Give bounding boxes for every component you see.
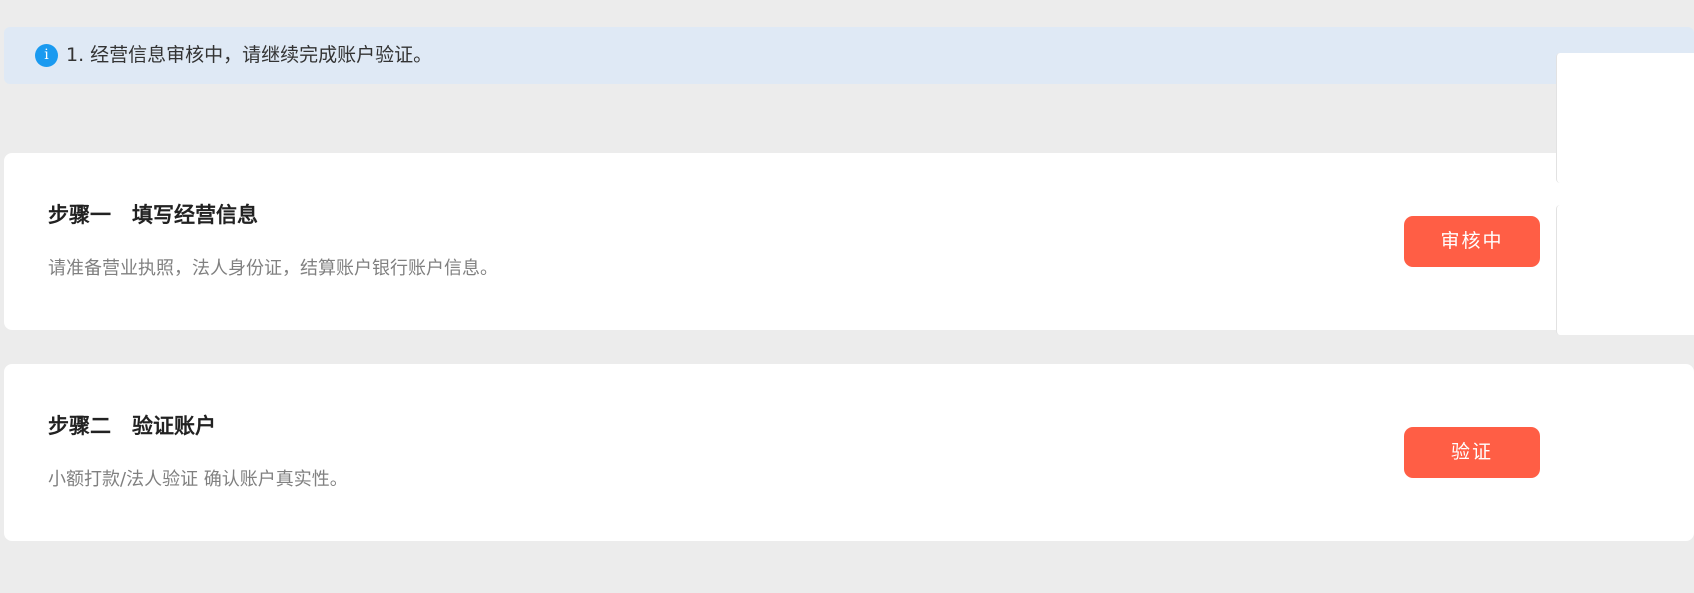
step-2-description: 小额打款/法人验证 确认账户真实性。 [48,469,348,490]
verify-button[interactable]: 验证 [1404,427,1540,478]
step-2-title: 步骤二 验证账户 [48,414,216,438]
step-1-title: 步骤一 填写经营信息 [48,203,258,227]
notice-banner: i 1. 经营信息审核中，请继续完成账户验证。 [4,27,1694,84]
side-panel-top [1556,53,1694,183]
step-card-1: 步骤一 填写经营信息 请准备营业执照，法人身份证，结算账户银行账户信息。 审核中 [4,153,1694,330]
info-icon: i [35,44,58,67]
step-1-description: 请准备营业执照，法人身份证，结算账户银行账户信息。 [48,258,498,279]
side-panel-bottom [1556,205,1694,335]
step-card-2: 步骤二 验证账户 小额打款/法人验证 确认账户真实性。 验证 [4,364,1694,541]
notice-text: 1. 经营信息审核中，请继续完成账户验证。 [66,44,433,66]
review-status-button[interactable]: 审核中 [1404,216,1540,267]
